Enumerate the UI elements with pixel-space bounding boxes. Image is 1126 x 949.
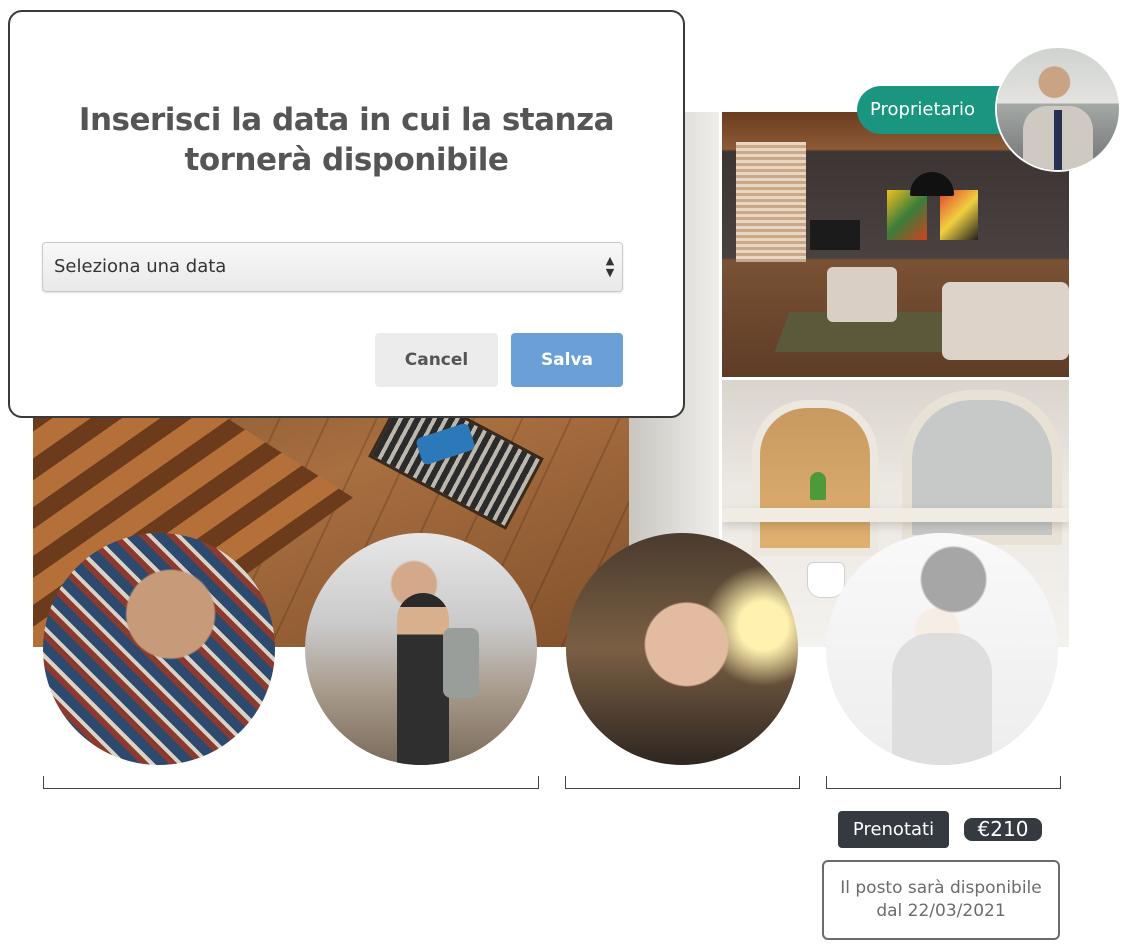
group-bracket bbox=[43, 776, 539, 789]
save-button[interactable]: Salva bbox=[511, 333, 623, 387]
roommate-avatar-3[interactable] bbox=[566, 533, 798, 765]
roommate-avatar-1[interactable] bbox=[43, 533, 275, 765]
group-bracket bbox=[565, 776, 800, 789]
sofa bbox=[942, 282, 1069, 360]
select-caret-icon: ▲ ▼ bbox=[605, 254, 615, 279]
television bbox=[810, 220, 860, 250]
ceiling-lamp bbox=[910, 172, 954, 196]
availability-date-modal: Inserisci la data in cui la stanza torne… bbox=[8, 10, 685, 418]
availability-line-2: dal 22/03/2021 bbox=[876, 901, 1006, 921]
plant bbox=[810, 472, 826, 500]
armchair bbox=[827, 267, 897, 322]
painting bbox=[887, 190, 927, 240]
backpack bbox=[443, 628, 479, 698]
modal-title: Inserisci la data in cui la stanza torne… bbox=[78, 102, 615, 178]
book-button[interactable]: Prenotati bbox=[838, 811, 949, 848]
person-figure bbox=[397, 593, 449, 765]
group-bracket bbox=[826, 776, 1061, 789]
roommate-avatar-2[interactable] bbox=[305, 533, 537, 765]
date-select[interactable]: Seleziona una data ▲ ▼ bbox=[42, 242, 623, 292]
roommate-avatar-4-available[interactable] bbox=[826, 533, 1058, 765]
price-badge: €210 bbox=[964, 818, 1042, 841]
cancel-button[interactable]: Cancel bbox=[375, 333, 498, 387]
availability-notice: Il posto sarà disponibile dal 22/03/2021 bbox=[822, 860, 1060, 940]
faded-overlay bbox=[826, 533, 1058, 765]
window-blinds bbox=[736, 142, 806, 262]
owner-avatar[interactable] bbox=[997, 48, 1119, 170]
owner-tie bbox=[1054, 110, 1062, 170]
date-select-value: Seleziona una data bbox=[54, 256, 227, 277]
vanity-counter bbox=[722, 508, 1069, 522]
availability-line-1: Il posto sarà disponibile bbox=[840, 878, 1042, 898]
painting bbox=[940, 190, 978, 240]
